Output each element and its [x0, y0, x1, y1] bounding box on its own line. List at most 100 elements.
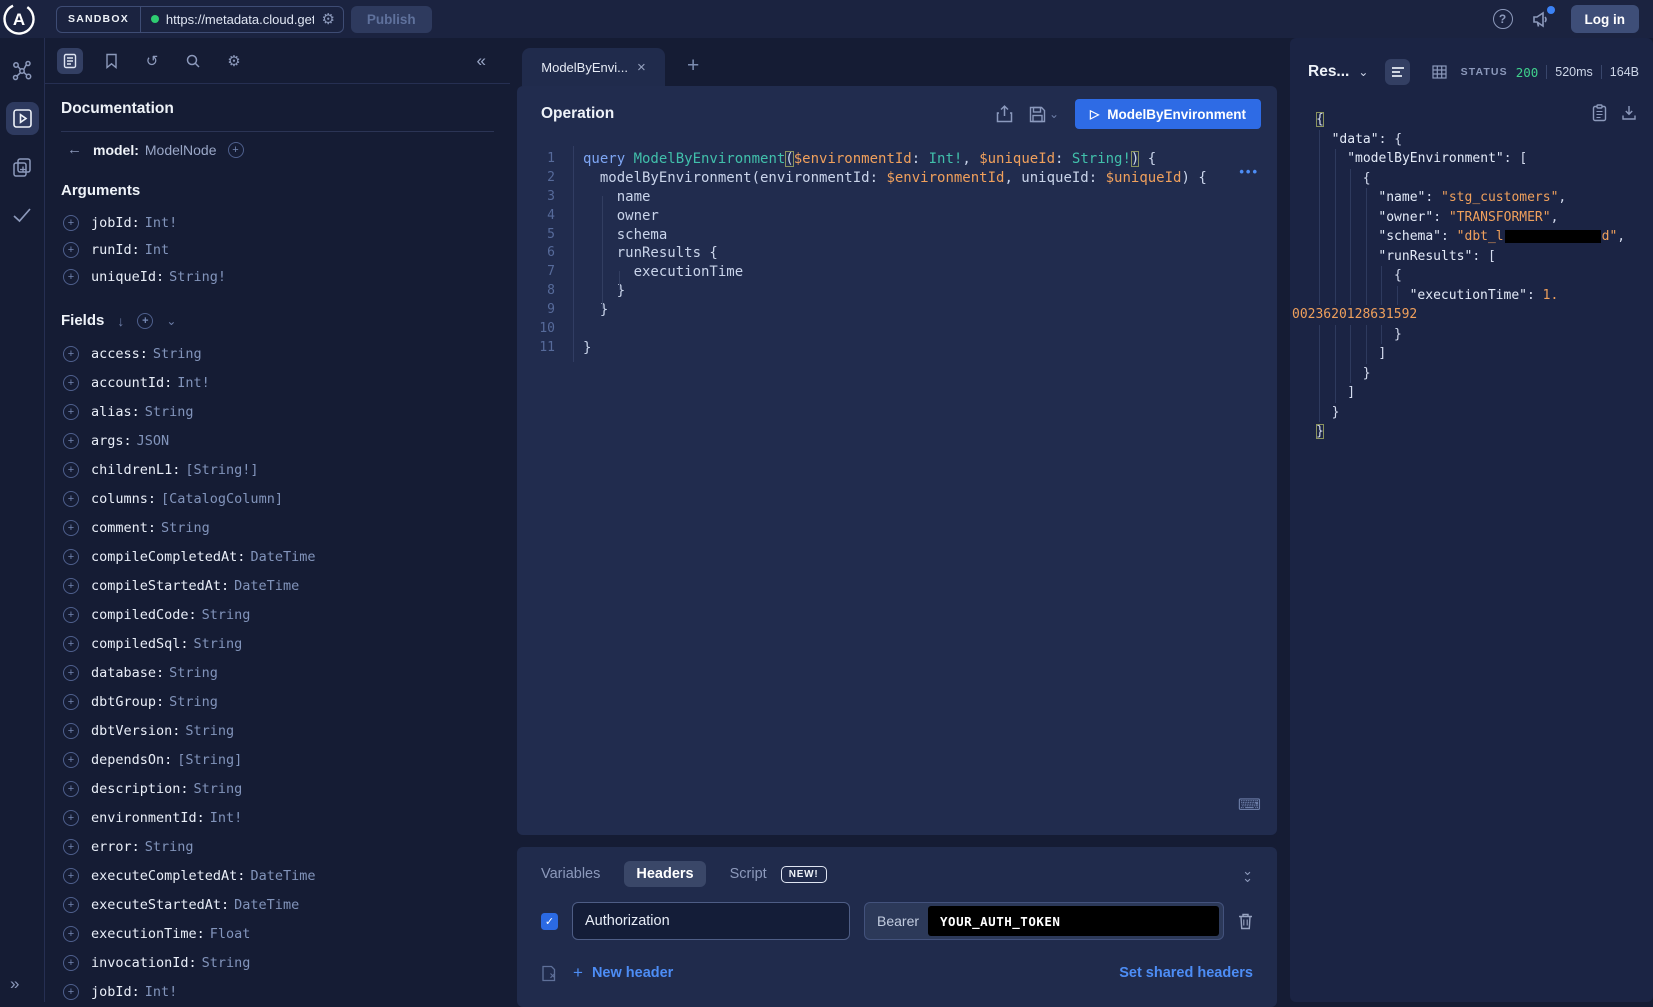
field-type[interactable]: String	[194, 636, 243, 652]
argument-row[interactable]: +jobId:Int!	[61, 209, 494, 236]
add-to-query-icon[interactable]: +	[63, 462, 79, 478]
table-view-toggle-icon[interactable]	[1427, 59, 1452, 85]
field-type[interactable]: String	[145, 839, 194, 855]
field-row[interactable]: +dbtVersion:String	[61, 716, 494, 745]
expand-rail-icon[interactable]: »	[10, 974, 19, 994]
add-to-query-icon[interactable]: +	[63, 984, 79, 1000]
login-button[interactable]: Log in	[1571, 5, 1640, 33]
field-type[interactable]: String	[169, 665, 218, 681]
field-type[interactable]: [CatalogColumn]	[161, 491, 283, 507]
argument-row[interactable]: +runId:Int	[61, 236, 494, 263]
field-row[interactable]: +compileCompletedAt:DateTime	[61, 542, 494, 571]
field-row[interactable]: +comment:String	[61, 513, 494, 542]
add-to-query-icon[interactable]: +	[63, 520, 79, 536]
new-header-button[interactable]: + New header	[573, 963, 673, 983]
publish-button[interactable]: Publish	[351, 6, 432, 33]
model-type[interactable]: ModelNode	[145, 142, 217, 158]
back-arrow-icon[interactable]: ←	[67, 141, 82, 158]
add-to-query-icon[interactable]: +	[63, 215, 79, 231]
field-row[interactable]: +error:String	[61, 832, 494, 861]
add-to-query-icon[interactable]: +	[63, 781, 79, 797]
field-type[interactable]: String	[153, 346, 202, 362]
add-all-fields-icon[interactable]: +	[137, 313, 153, 329]
share-icon[interactable]	[996, 105, 1013, 123]
endpoint-url-field[interactable]: https://metadata.cloud.get ⚙	[141, 7, 343, 32]
header-value-field[interactable]: Bearer YOUR_AUTH_TOKEN	[864, 902, 1224, 940]
add-to-query-icon[interactable]: +	[63, 868, 79, 884]
field-row[interactable]: +executionTime:Float	[61, 919, 494, 948]
field-type[interactable]: String	[145, 404, 194, 420]
add-to-query-icon[interactable]: +	[63, 346, 79, 362]
download-response-icon[interactable]	[1621, 104, 1637, 122]
sidebar-item-explorer[interactable]	[6, 102, 39, 135]
field-type[interactable]: DateTime	[234, 578, 299, 594]
field-row[interactable]: +childrenL1:[String!]	[61, 455, 494, 484]
field-row[interactable]: +executeStartedAt:DateTime	[61, 890, 494, 919]
field-row[interactable]: +description:String	[61, 774, 494, 803]
field-type[interactable]: Float	[210, 926, 251, 942]
close-tab-icon[interactable]: ×	[637, 59, 646, 76]
field-type[interactable]: Int!	[210, 810, 243, 826]
add-to-query-icon[interactable]: +	[63, 578, 79, 594]
field-row[interactable]: +dependsOn:[String]	[61, 745, 494, 774]
header-enabled-checkbox[interactable]: ✓	[541, 913, 558, 930]
settings-tab-icon[interactable]: ⚙	[221, 48, 247, 74]
code-document-icon[interactable]	[541, 965, 557, 982]
field-type[interactable]: String	[169, 694, 218, 710]
field-type[interactable]: String	[185, 723, 234, 739]
operation-tab[interactable]: ModelByEnvi... ×	[522, 48, 665, 86]
tab-variables[interactable]: Variables	[541, 866, 600, 882]
field-row[interactable]: +database:String	[61, 658, 494, 687]
add-to-query-icon[interactable]: +	[63, 433, 79, 449]
sidebar-item-checks[interactable]	[6, 198, 39, 231]
field-row[interactable]: +dbtGroup:String	[61, 687, 494, 716]
field-row[interactable]: +environmentId:Int!	[61, 803, 494, 832]
field-row[interactable]: +jobId:Int!	[61, 977, 494, 1002]
add-to-query-icon[interactable]: +	[63, 897, 79, 913]
collapse-docs-icon[interactable]: «	[477, 51, 486, 71]
response-dropdown-chevron-icon[interactable]: ⌄	[1358, 65, 1368, 79]
field-type[interactable]: String	[202, 607, 251, 623]
save-icon[interactable]: ⌄	[1029, 106, 1059, 123]
bookmarks-tab-icon[interactable]	[98, 48, 124, 74]
field-type[interactable]: Int!	[177, 375, 210, 391]
add-to-query-icon[interactable]: +	[63, 607, 79, 623]
add-to-query-icon[interactable]: +	[63, 752, 79, 768]
field-row[interactable]: +compiledSql:String	[61, 629, 494, 658]
field-row[interactable]: +compileStartedAt:DateTime	[61, 571, 494, 600]
field-type[interactable]: Int	[145, 242, 169, 258]
new-tab-button[interactable]: +	[687, 54, 699, 86]
field-row[interactable]: +executeCompletedAt:DateTime	[61, 861, 494, 890]
add-to-query-icon[interactable]: +	[63, 926, 79, 942]
history-tab-icon[interactable]: ↺	[139, 48, 165, 74]
sort-fields-icon[interactable]: ↓	[117, 313, 124, 329]
add-to-query-icon[interactable]: +	[63, 810, 79, 826]
add-to-query-icon[interactable]: +	[63, 723, 79, 739]
run-operation-button[interactable]: ▷ ModelByEnvironment	[1075, 99, 1261, 129]
keyboard-shortcuts-icon[interactable]: ⌨	[1238, 795, 1261, 815]
save-options-chevron-icon[interactable]: ⌄	[1049, 107, 1059, 121]
add-to-query-icon[interactable]: +	[63, 269, 79, 285]
sidebar-item-schema[interactable]	[6, 54, 39, 87]
help-icon[interactable]: ?	[1493, 9, 1513, 29]
add-to-query-icon[interactable]: +	[63, 839, 79, 855]
field-row[interactable]: +accountId:Int!	[61, 368, 494, 397]
field-row[interactable]: +invocationId:String	[61, 948, 494, 977]
field-type[interactable]: DateTime	[250, 868, 315, 884]
field-row[interactable]: +alias:String	[61, 397, 494, 426]
field-row[interactable]: +compiledCode:String	[61, 600, 494, 629]
argument-row[interactable]: +uniqueId:String!	[61, 263, 494, 290]
raw-view-toggle-icon[interactable]	[1385, 59, 1410, 85]
field-type[interactable]: Int!	[145, 984, 178, 1000]
copy-response-icon[interactable]	[1592, 104, 1607, 122]
field-type[interactable]: String	[202, 955, 251, 971]
endpoint-url[interactable]: https://metadata.cloud.get	[166, 12, 315, 27]
add-model-icon[interactable]: +	[228, 142, 244, 158]
field-type[interactable]: String	[194, 781, 243, 797]
add-to-query-icon[interactable]: +	[63, 955, 79, 971]
announcements-icon[interactable]	[1531, 9, 1553, 29]
sidebar-item-collections[interactable]	[6, 150, 39, 183]
field-row[interactable]: +args:JSON	[61, 426, 494, 455]
add-to-query-icon[interactable]: +	[63, 404, 79, 420]
tab-script[interactable]: Script	[730, 866, 767, 882]
